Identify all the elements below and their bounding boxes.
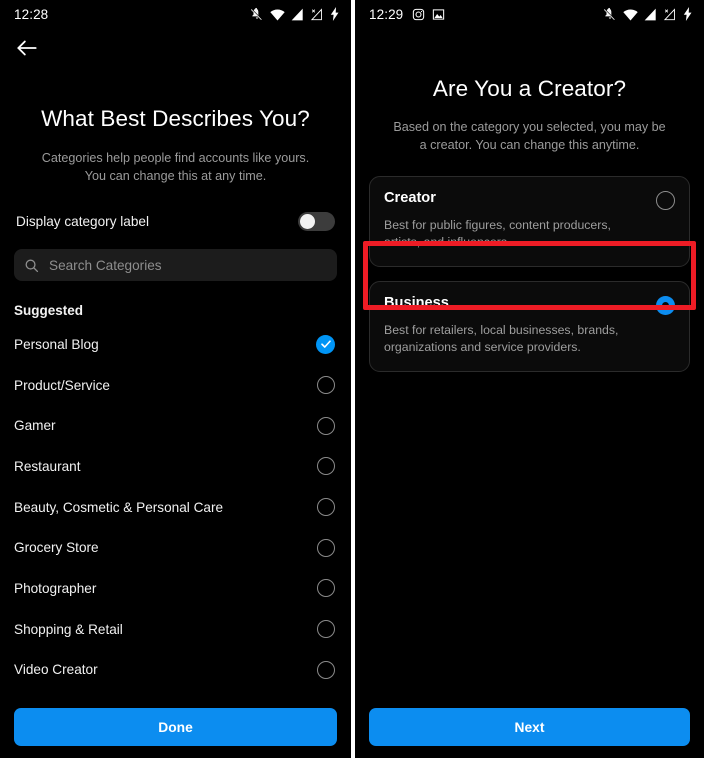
status-right-icons [250, 7, 340, 21]
category-row[interactable]: Photographer [0, 568, 351, 609]
category-row[interactable]: Shopping & Retail [0, 609, 351, 650]
radio-unselected-icon[interactable] [317, 416, 335, 435]
display-category-label-text: Display category label [16, 213, 149, 229]
category-row[interactable]: Gamer [0, 405, 351, 446]
category-row[interactable]: Grocery Store [0, 527, 351, 568]
next-button[interactable]: Next [369, 708, 690, 746]
status-clock-right: 12:29 [369, 6, 404, 22]
category-row[interactable]: Beauty, Cosmetic & Personal Care [0, 487, 351, 528]
radio-selected-icon[interactable] [656, 296, 675, 315]
radio-unselected-icon[interactable] [317, 457, 335, 476]
option-card-business[interactable]: Business Best for retailers, local busine… [369, 281, 690, 372]
bell-off-icon [603, 7, 616, 21]
creator-page-title: Are You a Creator? [432, 76, 627, 101]
toggle-knob [300, 213, 315, 229]
option-description: Best for public figures, content produce… [384, 218, 611, 249]
account-type-options: Creator Best for public figures, content … [355, 176, 704, 372]
display-category-label-toggle[interactable] [298, 211, 335, 231]
page-subtitle: Categories help people find accounts lik… [41, 151, 310, 183]
wifi-icon [270, 8, 285, 20]
radio-unselected-icon[interactable] [317, 376, 335, 395]
option-title: Creator [384, 190, 436, 206]
status-bar-right: 12:29 [355, 0, 704, 28]
category-label: Grocery Store [14, 540, 99, 556]
wifi-icon [623, 8, 638, 20]
search-icon [25, 259, 39, 272]
radio-unselected-icon[interactable] [656, 191, 675, 210]
left-top-bar [0, 28, 351, 68]
right-phone-screen: 12:29 Are You a Creator? Based on the ca… [355, 0, 704, 758]
creator-page-subtitle: Based on the category you selected, you … [393, 120, 666, 152]
option-description: Best for retailers, local businesses, br… [384, 323, 619, 354]
radio-unselected-icon[interactable] [317, 498, 335, 517]
left-phone-screen: 12:28 What Best Describes You? Categorie… [0, 0, 351, 758]
category-list: Personal Blog Product/Service Gamer Restaur… [0, 324, 351, 690]
charging-bolt-icon [330, 7, 339, 21]
option-title: Business [384, 295, 449, 311]
category-label: Shopping & Retail [14, 621, 123, 637]
display-category-label-row[interactable]: Display category label [0, 208, 351, 234]
radio-unselected-icon[interactable] [317, 620, 335, 639]
dual-screenshot-container: 12:28 What Best Describes You? Categorie… [0, 0, 704, 758]
category-row[interactable]: Product/Service [0, 365, 351, 406]
category-label: Personal Blog [14, 336, 99, 352]
signal-no-sim-icon [310, 8, 322, 21]
status-right-icons-right [603, 7, 693, 21]
right-cta-container: Next [355, 708, 704, 746]
suggested-section-header: Suggested [14, 303, 84, 318]
charging-bolt-icon [683, 7, 692, 21]
status-notification-icons [412, 8, 445, 21]
category-label: Gamer [14, 418, 56, 434]
radio-unselected-icon[interactable] [317, 538, 335, 557]
option-header: Creator [384, 190, 675, 210]
option-card-creator[interactable]: Creator Best for public figures, content … [369, 176, 690, 267]
search-container: Search Categories [0, 249, 351, 281]
left-cta-container: Done [0, 708, 351, 746]
category-row[interactable]: Personal Blog [0, 324, 351, 365]
signal-no-sim-icon [663, 8, 675, 21]
signal-icon [644, 8, 656, 20]
status-bar-left: 12:28 [0, 0, 351, 28]
category-row[interactable]: Video Creator [0, 650, 351, 691]
category-label: Product/Service [14, 377, 110, 393]
category-label: Photographer [14, 580, 97, 596]
signal-icon [291, 8, 303, 20]
instagram-icon [413, 8, 425, 20]
back-arrow-icon[interactable] [14, 35, 40, 61]
bell-off-icon [250, 7, 263, 21]
photo-icon [433, 8, 445, 20]
category-label: Restaurant [14, 458, 81, 474]
radio-unselected-icon[interactable] [317, 660, 335, 679]
status-clock: 12:28 [14, 6, 49, 22]
category-label: Beauty, Cosmetic & Personal Care [14, 499, 224, 515]
search-input-placeholder[interactable]: Search Categories [49, 258, 162, 273]
category-row[interactable]: Restaurant [0, 446, 351, 487]
option-header: Business [384, 295, 675, 315]
done-button[interactable]: Done [14, 708, 337, 746]
category-label: Video Creator [14, 662, 98, 678]
page-title: What Best Describes You? [41, 106, 310, 131]
radio-unselected-icon[interactable] [317, 579, 335, 598]
check-circle-icon[interactable] [316, 334, 335, 354]
radio-inner-dot [662, 302, 669, 309]
search-categories-box[interactable]: Search Categories [14, 249, 337, 281]
